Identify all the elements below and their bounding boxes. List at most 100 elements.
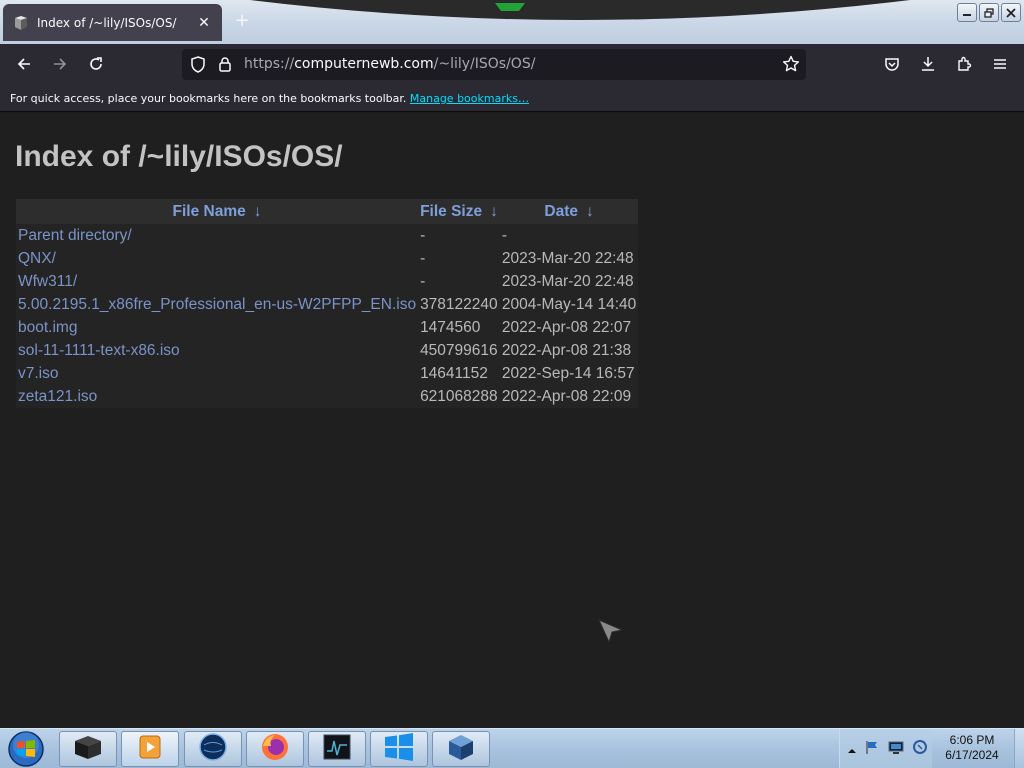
table-row: boot.img 1474560 2022-Apr-08 22:07 [16,316,639,339]
file-link[interactable]: QNX/ [18,250,56,267]
tab-title: Index of /~lily/ISOs/OS/ [37,15,177,30]
table-header-row: File Name ↓ File Size ↓ Date ↓ [16,199,639,224]
file-size-cell: - [420,272,426,290]
taskbar: 6:06 PM 6/17/2024 [0,728,1024,768]
file-size-cell: - [420,249,426,267]
pocket-icon[interactable] [880,53,904,75]
downloads-icon[interactable] [916,53,940,75]
new-tab-icon[interactable]: + [232,11,252,31]
sort-arrow-icon: ↓ [253,202,262,220]
close-window-button[interactable] [1001,3,1021,22]
start-button[interactable] [6,730,46,768]
column-header-file-size[interactable]: File Size ↓ [418,199,500,224]
action-center-flag-icon[interactable] [864,739,880,759]
file-date-cell: 2023-Mar-20 22:48 [501,272,634,290]
file-link[interactable]: Wfw311/ [18,273,77,290]
taskbar-app-windows[interactable] [370,731,428,767]
file-name-cell: Parent directory/ [16,224,418,247]
taskbar-app-virtualbox[interactable] [432,731,490,767]
table-row: Parent directory/ - - [16,224,639,247]
show-hidden-icons-icon[interactable] [848,740,856,759]
taskbar-clock[interactable]: 6:06 PM 6/17/2024 [932,733,1012,763]
mouse-pointer-icon [598,619,624,644]
column-header-date[interactable]: Date ↓ [500,199,638,224]
url-scheme: https:// [244,56,295,72]
file-size-cell: 1474560 [420,318,481,336]
sort-arrow-icon: ↓ [585,202,594,220]
column-header-file-name[interactable]: File Name ↓ [16,199,418,224]
volume-icon[interactable] [912,739,928,759]
url-host: computernewb.com [294,56,434,72]
file-size-cell: - [420,226,426,244]
sort-arrow-icon: ↓ [490,202,498,220]
clock-date: 6/17/2024 [945,748,999,762]
taskbar-app-firefox[interactable] [246,731,304,767]
restore-button[interactable] [979,3,999,22]
taskbar-app-terminal[interactable] [59,731,117,767]
network-icon[interactable] [888,739,904,759]
file-link[interactable]: zeta121.iso [18,388,97,405]
page-content: Index of /~lily/ISOs/OS/ File Name ↓ File… [0,113,1024,728]
browser-titlebar: Index of /~lily/ISOs/OS/ ✕ + [0,0,1024,44]
url-text[interactable]: https://computernewb.com/~lily/ISOs/OS/ [244,56,535,72]
table-row: sol-11-1111-text-x86.iso 450799616 2022-… [16,339,639,362]
lock-icon[interactable] [218,56,232,77]
file-date-cell: 2022-Apr-08 21:38 [501,341,632,359]
file-name-cell: boot.img [16,316,418,339]
forward-icon[interactable] [48,53,72,75]
file-link[interactable]: 5.00.2195.1_x86fre_Professional_en-us-W2… [18,296,416,313]
system-tray [839,729,932,768]
page-title: Index of /~lily/ISOs/OS/ [15,140,343,173]
terminal-app-icon [72,733,104,765]
clock-time: 6:06 PM [949,733,995,747]
back-icon[interactable] [12,53,36,75]
file-name-cell: zeta121.iso [16,385,418,408]
tracking-protection-shield-icon[interactable] [190,56,206,77]
table-row: v7.iso 14641152 2022-Sep-14 16:57 [16,362,639,385]
file-name-cell: v7.iso [16,362,418,385]
taskbar-app-media-player[interactable] [121,731,179,767]
file-date-cell: 2022-Apr-08 22:07 [501,318,632,336]
terminal-icon [13,15,29,31]
manage-bookmarks-link[interactable]: Manage bookmarks… [410,92,529,105]
file-date-cell: 2004-May-14 14:40 [501,295,637,313]
file-name-cell: 5.00.2195.1_x86fre_Professional_en-us-W2… [16,293,418,316]
titlebar-decoration [250,0,910,20]
globe-browser-icon [198,732,228,766]
reload-icon[interactable] [84,53,108,75]
screen: Index of /~lily/ISOs/OS/ ✕ + https://com… [0,0,1024,768]
window-controls [957,3,1021,22]
table-row: QNX/ - 2023-Mar-20 22:48 [16,247,639,270]
taskbar-app-globe-browser[interactable] [184,731,242,767]
file-date-cell: - [501,226,508,244]
virtualbox-icon [446,732,476,766]
file-date-cell: 2022-Sep-14 16:57 [501,364,635,382]
tab-active[interactable]: Index of /~lily/ISOs/OS/ ✕ [3,4,222,41]
file-name-cell: QNX/ [16,247,418,270]
show-desktop-button[interactable] [1014,729,1024,768]
file-size-cell: 14641152 [420,364,488,382]
tab-close-icon[interactable]: ✕ [196,15,212,31]
bookmarks-toolbar: For quick access, place your bookmarks h… [0,84,1024,112]
system-monitor-icon [322,733,352,765]
table-row: Wfw311/ - 2023-Mar-20 22:48 [16,270,639,293]
menu-hamburger-icon[interactable] [988,53,1012,75]
table-row: 5.00.2195.1_x86fre_Professional_en-us-W2… [16,293,639,316]
file-link[interactable]: v7.iso [18,365,59,382]
windows-logo-icon [383,732,415,766]
taskbar-app-system-monitor[interactable] [308,731,366,767]
file-listing-table: File Name ↓ File Size ↓ Date ↓ Parent direc… [16,199,639,408]
table-row: zeta121.iso 621068288 2022-Apr-08 22:09 [16,385,639,408]
navigation-toolbar: https://computernewb.com/~lily/ISOs/OS/ [0,44,1024,84]
minimize-button[interactable] [957,3,977,22]
url-bar[interactable]: https://computernewb.com/~lily/ISOs/OS/ [182,49,806,80]
file-link[interactable]: sol-11-1111-text-x86.iso [18,342,180,359]
bookmark-star-icon[interactable] [782,55,800,77]
extensions-icon[interactable] [952,53,976,75]
file-size-cell: 450799616 [420,341,498,359]
file-name-cell: Wfw311/ [16,270,418,293]
file-link[interactable]: Parent directory/ [18,227,132,244]
file-name-cell: sol-11-1111-text-x86.iso [16,339,418,362]
file-size-cell: 621068288 [420,387,498,405]
file-link[interactable]: boot.img [18,319,77,336]
